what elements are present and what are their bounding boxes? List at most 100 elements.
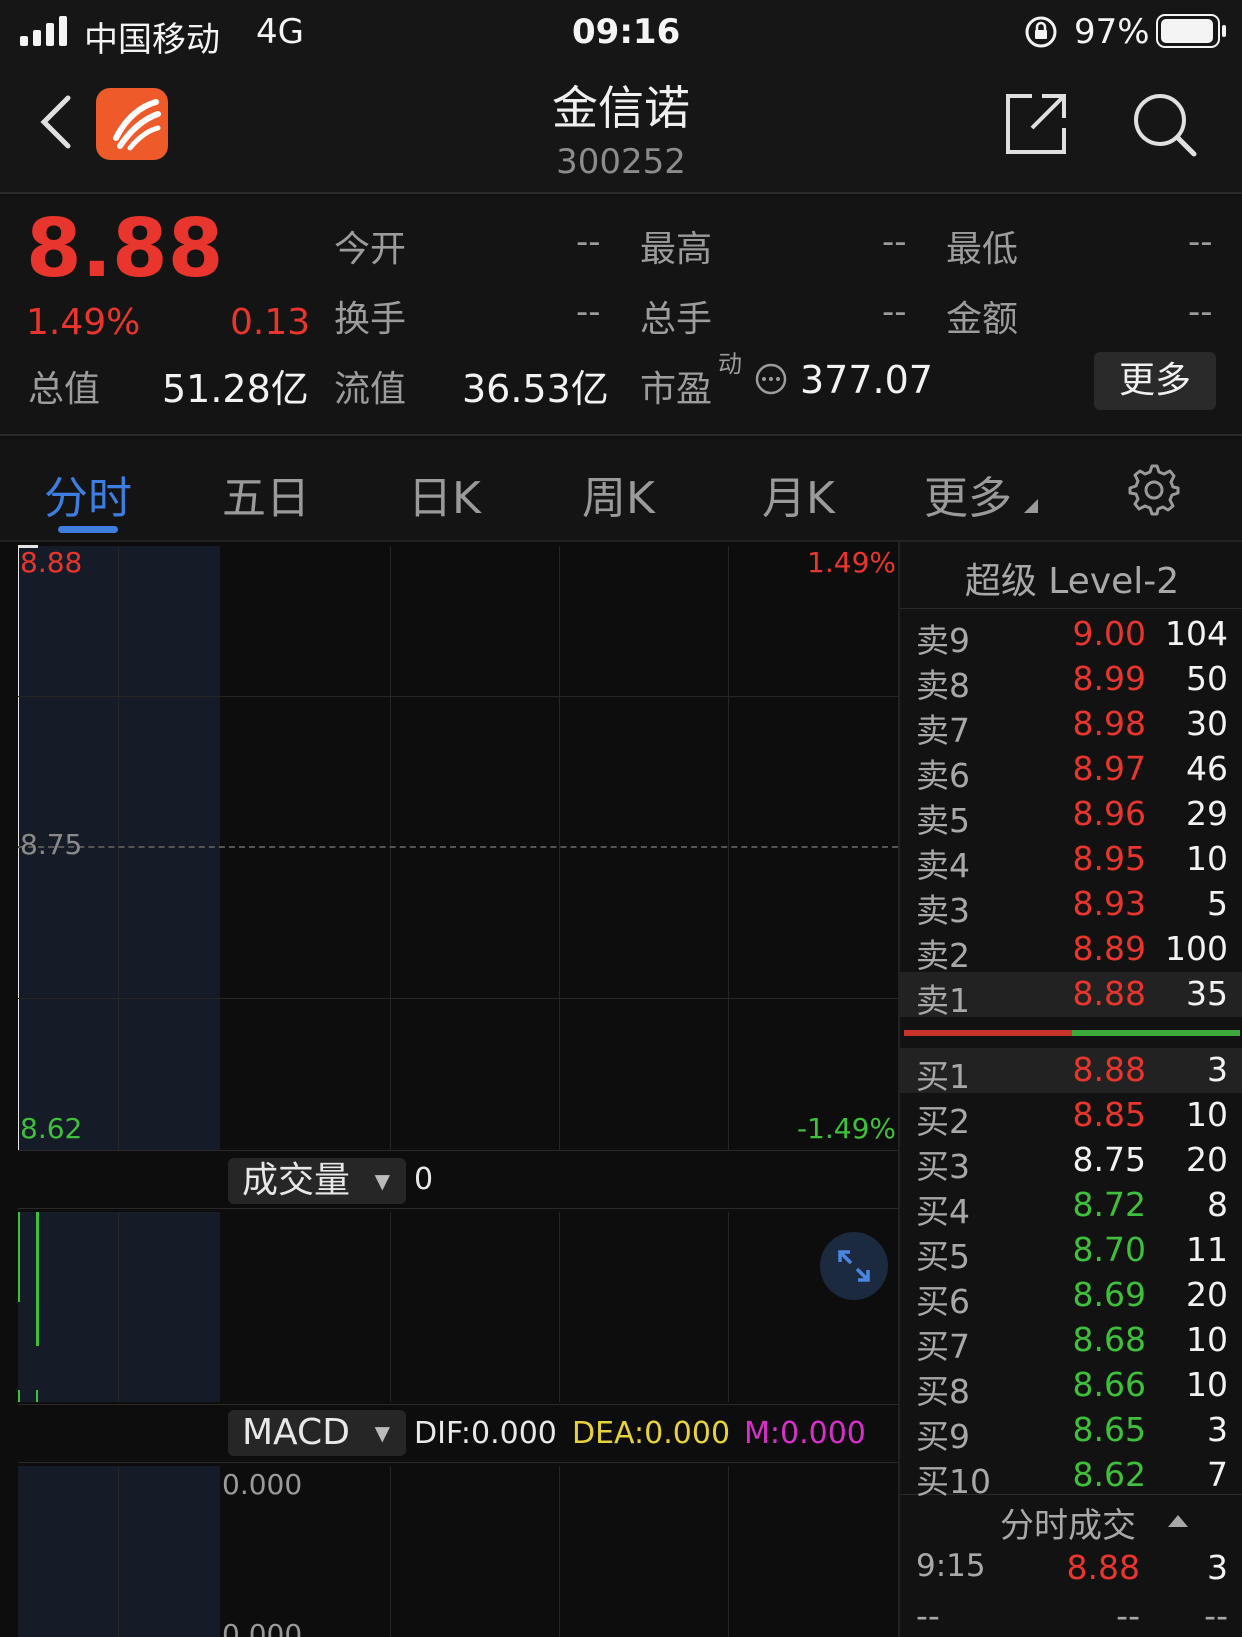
macd-dea: DEA:0.000 — [572, 1416, 731, 1451]
ask-row[interactable]: 卖8 8.99 50 — [900, 657, 1242, 705]
grid-line — [118, 1212, 119, 1402]
ask-row[interactable]: 卖2 8.89 100 — [900, 927, 1242, 975]
bid-row[interactable]: 买6 8.69 20 — [900, 1273, 1242, 1321]
price-low-label: 8.62 — [20, 1112, 83, 1145]
ask-row[interactable]: 卖7 8.98 30 — [900, 702, 1242, 750]
tab-intraday[interactable]: 分时 — [44, 462, 132, 526]
level-price: 8.93 — [1072, 884, 1146, 923]
bid-row[interactable]: 买3 8.75 20 — [900, 1138, 1242, 1186]
tab-daily-k[interactable]: 日K — [408, 462, 481, 526]
ask-row[interactable]: 卖6 8.97 46 — [900, 747, 1242, 795]
grid-line — [390, 546, 391, 1150]
grid-line — [559, 1212, 560, 1402]
macd-m: M:0.000 — [744, 1416, 866, 1451]
float-label: 流值 — [334, 369, 407, 410]
gear-icon[interactable] — [1128, 464, 1180, 520]
level-volume: 10 — [1186, 1320, 1228, 1359]
level-volume: 3 — [1207, 1050, 1228, 1089]
level-volume: 10 — [1186, 839, 1228, 878]
level-volume: 8 — [1207, 1185, 1228, 1224]
intraday-chart-area[interactable]: 8.88 8.75 8.62 1.49% -1.49% 成交量 ▼ 0 MACD… — [0, 542, 898, 1637]
macd-indicator-label: MACD — [242, 1412, 350, 1453]
bid-ratio-bar — [1072, 1030, 1240, 1036]
share-icon[interactable] — [1002, 90, 1070, 162]
level-label: 买4 — [916, 1192, 970, 1231]
tab-monthly-k[interactable]: 月K — [762, 462, 835, 526]
more-quote-button[interactable]: 更多 — [1094, 352, 1216, 410]
open-value: -- — [576, 222, 601, 262]
macd-indicator-select[interactable]: MACD ▼ — [228, 1410, 406, 1456]
grid-line — [728, 1466, 729, 1637]
volume-indicator-select[interactable]: 成交量 ▼ — [228, 1158, 406, 1204]
level-price: 9.00 — [1072, 614, 1146, 653]
ask-row[interactable]: 卖9 9.00 104 — [900, 612, 1242, 660]
price-mid-label: 8.75 — [20, 828, 83, 861]
ask-row[interactable]: 卖4 8.95 10 — [900, 837, 1242, 885]
tab-five-day[interactable]: 五日 — [222, 462, 310, 526]
tab-weekly-k[interactable]: 周K — [582, 462, 655, 526]
level-price: 8.97 — [1072, 749, 1146, 788]
carrier-name: 中国移动 — [84, 20, 220, 60]
ask-row[interactable]: 卖3 8.93 5 — [900, 882, 1242, 930]
level-volume: 35 — [1186, 974, 1228, 1013]
level-volume: 5 — [1207, 884, 1228, 923]
bid-row[interactable]: 买5 8.70 11 — [900, 1228, 1242, 1276]
expand-icon[interactable] — [820, 1232, 888, 1304]
dropdown-arrow-icon: ▼ — [374, 1169, 390, 1193]
level-label: 卖2 — [916, 936, 970, 975]
level-price: 8.66 — [1072, 1365, 1146, 1404]
level-label: 买7 — [916, 1327, 970, 1366]
level-volume: 30 — [1186, 704, 1228, 743]
float-value: 36.53亿 — [462, 367, 609, 411]
trades-title[interactable]: 分时成交 — [1000, 1498, 1136, 1547]
bid-row[interactable]: 买4 8.72 8 — [900, 1183, 1242, 1231]
amount-value: -- — [1188, 292, 1213, 332]
volume-value: 0 — [414, 1162, 434, 1197]
level-price: 8.85 — [1072, 1095, 1146, 1134]
macd-dif: DIF:0.000 — [414, 1416, 557, 1451]
signal-icon — [20, 16, 70, 50]
bid-row[interactable]: 买2 8.85 10 — [900, 1093, 1242, 1141]
bid-row[interactable]: 买1 8.88 3 — [900, 1048, 1242, 1096]
collapse-arrow-icon[interactable] — [1168, 1512, 1188, 1531]
level-label: 买1 — [916, 1057, 970, 1096]
change-percent: 1.49% — [26, 302, 141, 343]
level-label: 买6 — [916, 1282, 970, 1321]
search-icon[interactable] — [1130, 90, 1200, 164]
level-price: 8.98 — [1072, 704, 1146, 743]
high-value: -- — [882, 222, 907, 262]
level-volume: 11 — [1186, 1230, 1228, 1269]
dropdown-arrow-icon: ▼ — [374, 1421, 390, 1445]
ask-row[interactable]: 卖1 8.88 35 — [900, 972, 1242, 1020]
pe-label: 市盈 — [640, 369, 713, 410]
bid-row[interactable]: 买10 8.62 7 — [900, 1453, 1242, 1501]
level-price: 8.72 — [1072, 1185, 1146, 1224]
ask-row[interactable]: 卖5 8.96 29 — [900, 792, 1242, 840]
bid-row[interactable]: 买9 8.65 3 — [900, 1408, 1242, 1456]
ask-ratio-bar — [904, 1030, 1072, 1036]
chart-tab-bar: 分时 五日 日K 周K 月K 更多 — [0, 438, 1242, 542]
grid-line — [118, 546, 119, 1150]
prev-close-line — [18, 846, 898, 848]
volume-label: 总手 — [640, 299, 713, 340]
low-label: 最低 — [946, 229, 1019, 270]
pe-value: 377.07 — [800, 358, 933, 402]
bid-row[interactable]: 买7 8.68 10 — [900, 1318, 1242, 1366]
tab-more[interactable]: 更多 — [924, 462, 1012, 526]
rotation-lock-icon — [1024, 15, 1058, 53]
active-tab-indicator — [58, 526, 118, 533]
pct-low-label: -1.49% — [796, 1112, 896, 1145]
level-label: 卖8 — [916, 666, 970, 705]
macd-top-label: 0.000 — [222, 1468, 303, 1501]
level-label: 买8 — [916, 1372, 970, 1411]
trade-time: -- — [916, 1596, 940, 1635]
amount-label: 金额 — [946, 299, 1019, 340]
price-high-label: 8.88 — [20, 546, 83, 579]
bid-row[interactable]: 买8 8.66 10 — [900, 1363, 1242, 1411]
pct-high-label: 1.49% — [807, 546, 896, 579]
level-volume: 104 — [1165, 614, 1228, 653]
pe-info-icon[interactable] — [754, 362, 788, 400]
grid-line — [390, 1212, 391, 1402]
divider — [900, 608, 1242, 609]
grid-line — [559, 546, 560, 1150]
